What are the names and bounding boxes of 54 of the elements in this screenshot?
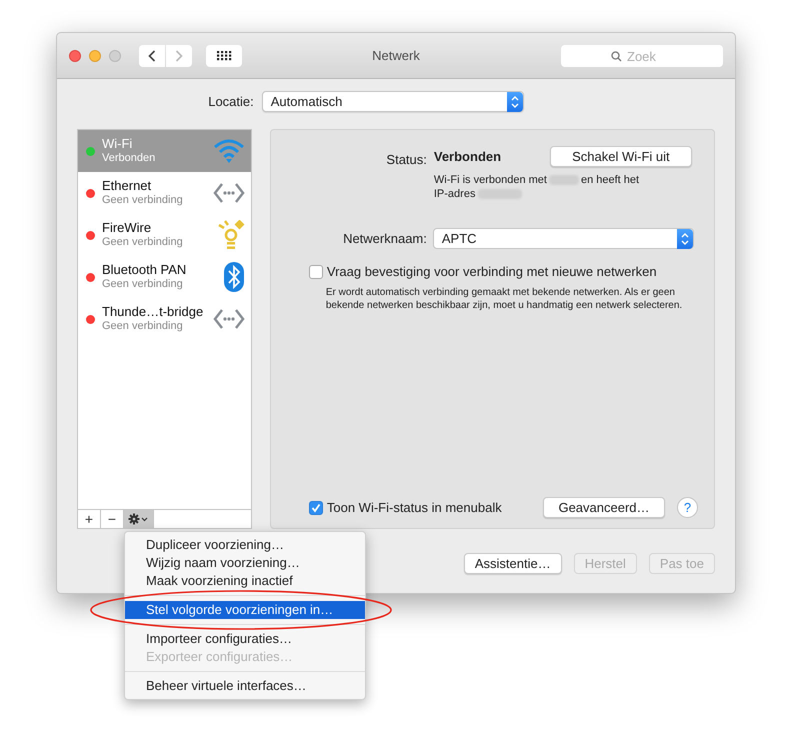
grid-icon[interactable] <box>206 44 242 66</box>
checkbox-label: Vraag bevestiging voor verbinding met nieuwe netwerken <box>326 263 657 281</box>
checkbox-label: Toon Wi-Fi-status in menubalk <box>326 498 502 517</box>
window-title: Netwerk <box>372 46 420 65</box>
service-status: Geen verbinding <box>102 277 184 291</box>
search-field[interactable]: Zoek <box>561 45 723 67</box>
menu-item[interactable]: Beheer virtuele interfaces… <box>125 677 365 695</box>
arrows-icon <box>212 181 245 205</box>
list-button[interactable]: + <box>78 510 101 528</box>
back-icon[interactable] <box>139 44 165 66</box>
firewire-icon <box>216 220 245 250</box>
menu-item[interactable]: Stel volgorde voorzieningen in… <box>125 601 365 619</box>
status-info-text: Wi-Fi is verbonden met <box>434 173 547 187</box>
arrows-icon <box>212 307 245 331</box>
help-text: Er wordt automatisch verbinding gemaakt met bekende netwerken. Als er geen bekende netwerken beschikbaar zijn, moet u handmatig een netwerk selecteren. <box>326 286 684 312</box>
footer-button[interactable]: Assistentie… <box>464 553 562 574</box>
gear-menu-icon[interactable] <box>124 510 154 528</box>
location-label: Locatie: <box>208 92 254 111</box>
service-item[interactable]: Ethernet Geen verbinding <box>78 172 251 214</box>
service-status: Geen verbinding <box>102 319 184 333</box>
service-name: Wi-Fi <box>102 137 134 151</box>
location-dropdown[interactable]: Automatisch <box>262 91 524 112</box>
status-info-text: IP-adres <box>434 187 476 201</box>
service-status: Geen verbinding <box>102 235 184 249</box>
service-item[interactable]: Bluetooth PAN Geen verbinding <box>78 256 251 298</box>
checkbox[interactable] <box>308 500 323 514</box>
advanced-button[interactable]: Geavanceerd… <box>543 497 665 518</box>
checkbox[interactable] <box>308 264 323 279</box>
search-icon <box>611 50 622 62</box>
service-name: Ethernet <box>102 179 152 193</box>
menu-item[interactable]: Maak voorziening inactief <box>125 572 365 590</box>
help-button[interactable]: ? <box>677 497 698 518</box>
service-name: FireWire <box>102 221 152 235</box>
wifi-icon <box>212 138 245 164</box>
menu-item[interactable]: Dupliceer voorziening… <box>125 536 365 554</box>
stepper-icon <box>506 92 523 112</box>
service-status: Geen verbinding <box>102 193 184 207</box>
network-name-label: Netwerknaam: <box>342 230 427 248</box>
menu-item[interactable]: Wijzig naam voorziening… <box>125 554 365 572</box>
service-name: Thunde…t-bridge <box>102 305 204 319</box>
service-name: Bluetooth PAN <box>102 263 188 277</box>
service-item[interactable]: FireWire Geen verbinding <box>78 214 251 256</box>
menu-item[interactable]: Importeer configuraties… <box>125 630 365 648</box>
close-icon[interactable] <box>69 50 81 62</box>
minimize-icon[interactable] <box>89 50 101 62</box>
network-name-dropdown[interactable]: APTC <box>432 228 694 249</box>
status-value: Verbonden <box>434 148 502 166</box>
service-status: Verbonden <box>102 151 156 165</box>
status-info-text: en heeft het <box>580 173 640 187</box>
bluetooth-icon <box>222 262 245 292</box>
stepper-icon <box>676 228 693 248</box>
status-label: Status: <box>385 151 427 169</box>
service-item[interactable]: Thunde…t-bridge Geen verbinding <box>78 298 251 340</box>
toggle-wifi-button[interactable]: Schakel Wi-Fi uit <box>550 146 692 167</box>
